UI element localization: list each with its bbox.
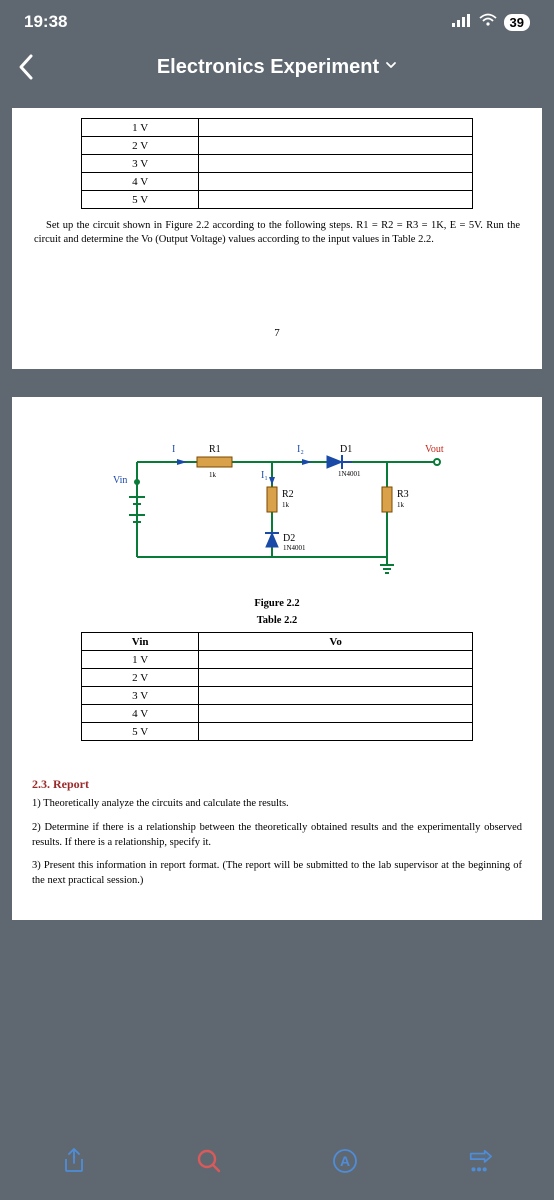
table-row: 5 V (82, 723, 199, 741)
table-header-vo: Vo (199, 633, 473, 651)
report-heading: 2.3. Report (32, 777, 522, 792)
table-caption: Table 2.2 (32, 615, 522, 626)
svg-text:1N4001: 1N4001 (338, 470, 361, 478)
status-bar: 19:38 39 (0, 0, 554, 44)
table-row: 2 V (82, 669, 199, 687)
wifi-icon (478, 12, 498, 32)
instruction-text: Set up the circuit shown in Figure 2.2 a… (34, 219, 520, 247)
svg-text:I₁: I₁ (261, 470, 268, 481)
status-icons: 39 (452, 12, 530, 32)
svg-text:1k: 1k (397, 501, 405, 509)
app-header: Electronics Experiment (0, 44, 554, 90)
share-button[interactable] (58, 1145, 90, 1177)
figure-caption: Figure 2.2 (32, 598, 522, 609)
svg-text:D2: D2 (283, 533, 295, 544)
markup-button[interactable] (464, 1145, 496, 1177)
status-time: 19:38 (24, 12, 67, 32)
bottom-toolbar: A (0, 1132, 554, 1200)
report-item-2: 2) Determine if there is a relationship … (32, 820, 522, 850)
table-row: 1 V (82, 119, 199, 137)
svg-text:Vin: Vin (113, 475, 127, 486)
battery-level: 39 (510, 15, 524, 30)
page-title: Electronics Experiment (157, 56, 379, 79)
table-row: 4 V (82, 173, 199, 191)
svg-text:A: A (340, 1153, 350, 1169)
svg-text:R2: R2 (282, 489, 294, 500)
table-row: 1 V (82, 651, 199, 669)
table-2-2: Vin Vo 1 V 2 V 3 V 4 V 5 V (81, 632, 473, 741)
document-viewport[interactable]: 1 V 2 V 3 V 4 V 5 V Set up the circuit s… (0, 100, 554, 1130)
report-item-3: 3) Present this information in report fo… (32, 858, 522, 888)
svg-text:1N4001: 1N4001 (283, 544, 306, 552)
battery-icon: 39 (504, 14, 530, 31)
svg-text:R1: R1 (209, 444, 221, 455)
chevron-down-icon (385, 58, 397, 76)
table-row: 5 V (82, 191, 199, 209)
svg-text:Vout: Vout (425, 444, 444, 455)
svg-text:I: I (172, 444, 175, 455)
circuit-figure: Vin I R1 1k I₁ I₂ D1 1N4001 R2 1k R3 1k … (77, 427, 477, 592)
page-number: 7 (32, 327, 522, 339)
search-button[interactable] (193, 1145, 225, 1177)
table-2-1-partial: 1 V 2 V 3 V 4 V 5 V (81, 118, 473, 209)
back-button[interactable] (8, 53, 44, 81)
svg-text:R3: R3 (397, 489, 409, 500)
report-item-1: 1) Theoretically analyze the circuits an… (32, 796, 522, 811)
svg-text:1k: 1k (209, 471, 217, 479)
table-header-vin: Vin (82, 633, 199, 651)
document-page-2: Vin I R1 1k I₁ I₂ D1 1N4001 R2 1k R3 1k … (12, 397, 542, 920)
table-row: 3 V (82, 687, 199, 705)
svg-text:D1: D1 (340, 444, 352, 455)
table-row: 2 V (82, 137, 199, 155)
title-dropdown[interactable]: Electronics Experiment (44, 56, 510, 79)
svg-text:1k: 1k (282, 501, 290, 509)
svg-text:I₂: I₂ (297, 444, 304, 455)
document-page-1: 1 V 2 V 3 V 4 V 5 V Set up the circuit s… (12, 108, 542, 369)
signal-icon (452, 12, 472, 32)
annotation-button[interactable]: A (329, 1145, 361, 1177)
table-row: 3 V (82, 155, 199, 173)
table-row: 4 V (82, 705, 199, 723)
